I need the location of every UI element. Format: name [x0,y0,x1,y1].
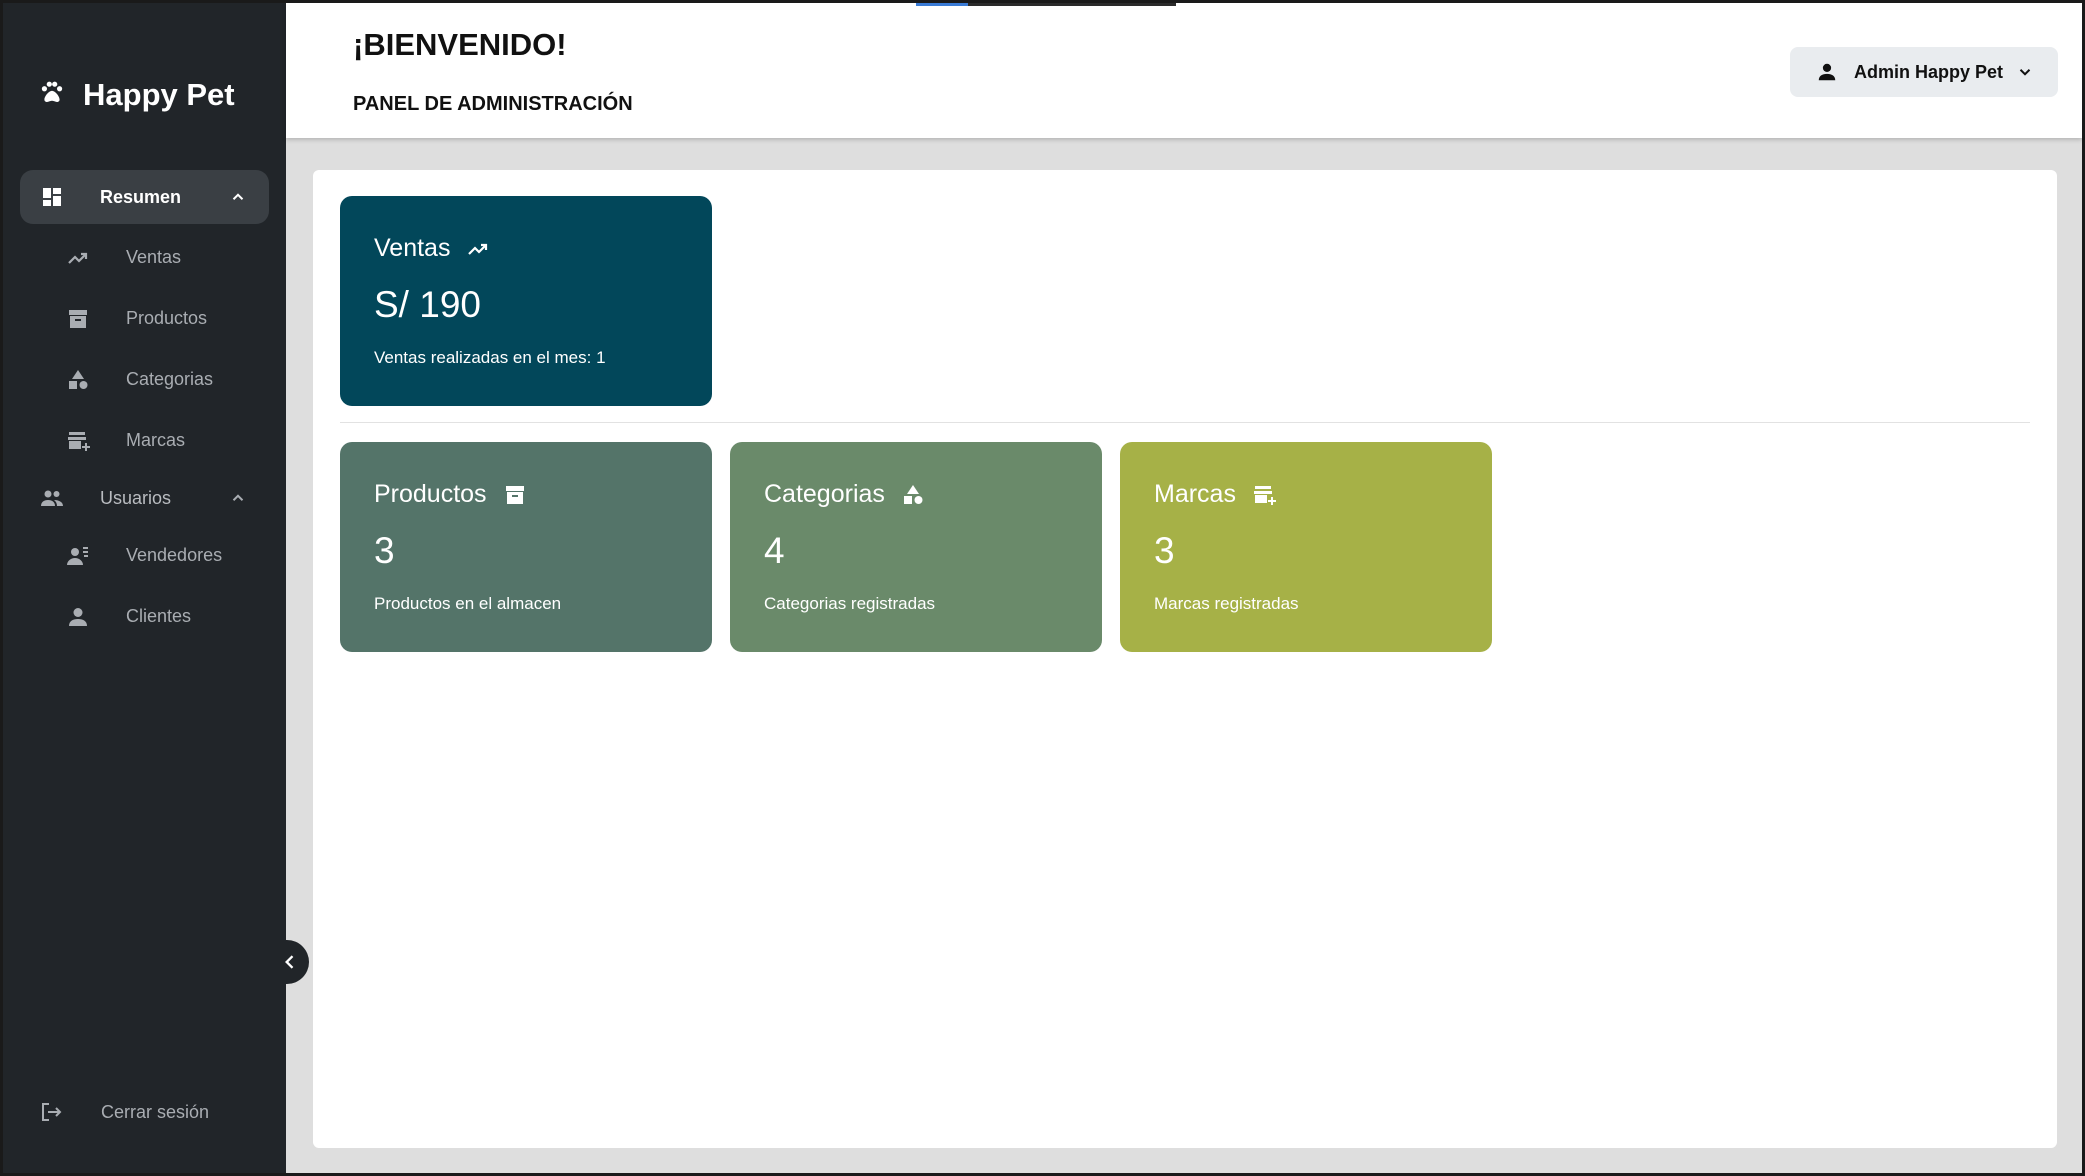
card-description: Ventas realizadas en el mes: 1 [374,348,606,367]
chevron-up-icon [229,188,247,206]
archive-box-icon [66,307,90,331]
card-marcas[interactable]: Marcas 3 Marcas registradas [1120,442,1492,652]
card-title-row: Ventas [374,234,490,263]
sidebar-item-label: Vendedores [126,545,223,565]
store-add-icon [66,429,90,453]
card-title-row: Marcas [1154,480,1276,509]
users-icon [40,486,64,510]
card-description: Categorias registradas [764,594,936,613]
sidebar-group-resumen[interactable]: Resumen [20,170,269,224]
user-name: Admin Happy Pet [1854,61,2004,82]
logout-icon [39,1100,63,1124]
person-icon [1816,61,1838,83]
card-title-row: Categorias [764,480,925,509]
user-menu-button[interactable]: Admin Happy Pet [1790,47,2058,97]
chevron-up-icon [229,489,247,507]
card-productos[interactable]: Productos 3 Productos en el almacen [340,442,712,652]
shapes-icon [66,368,90,392]
sidebar-item-ventas[interactable]: Ventas [3,227,286,288]
archive-box-icon [503,483,527,507]
card-value: 3 [1154,530,1175,571]
card-description: Productos en el almacen [374,594,562,613]
app-window: Happy Pet Resumen Ventas Productos Categ… [0,0,2085,1176]
sidebar-item-categorias[interactable]: Categorias [3,349,286,410]
card-value: 4 [764,530,785,571]
logout-button[interactable]: Cerrar sesión [39,1100,209,1124]
card-ventas[interactable]: Ventas S/ 190 Ventas realizadas en el me… [340,196,712,406]
card-title: Ventas [374,234,451,262]
sidebar-item-productos[interactable]: Productos [3,288,286,349]
sidebar-item-label: Marcas [126,430,186,450]
trending-up-icon [66,246,90,270]
dashboard-icon [40,185,64,209]
sidebar-item-label: Productos [126,308,208,328]
sidebar-item-label: Ventas [126,247,182,267]
main-content: Ventas S/ 190 Ventas realizadas en el me… [286,138,2082,1173]
logout-label: Cerrar sesión [101,1101,210,1122]
card-value: S/ 190 [374,284,481,325]
brand-name: Happy Pet [83,77,235,112]
section-divider [340,422,2030,423]
card-title: Marcas [1154,480,1236,508]
page-subtitle: PANEL DE ADMINISTRACIÓN [353,93,633,115]
sidebar-nav: Resumen Ventas Productos Categorias Marc… [3,170,286,647]
trending-up-icon [466,237,490,261]
paw-icon [39,77,65,113]
card-title: Productos [374,480,487,508]
card-categorias[interactable]: Categorias 4 Categorias registradas [730,442,1102,652]
sidebar-group-label: Usuarios [100,487,172,508]
chevron-left-icon [280,952,300,972]
store-add-icon [1252,483,1276,507]
seller-icon [66,544,90,568]
sidebar-group-label: Resumen [100,186,182,207]
card-description: Marcas registradas [1154,594,1299,613]
sidebar-item-clientes[interactable]: Clientes [3,586,286,647]
sidebar: Happy Pet Resumen Ventas Productos Categ… [3,3,286,1173]
sidebar-item-label: Categorias [126,369,214,389]
sidebar-item-vendedores[interactable]: Vendedores [3,525,286,586]
chevron-down-icon [2016,63,2034,81]
page-title: ¡BIENVENIDO! [353,27,567,62]
dashboard-panel: Ventas S/ 190 Ventas realizadas en el me… [313,170,2057,1148]
sidebar-item-marcas[interactable]: Marcas [3,410,286,471]
shapes-icon [901,483,925,507]
card-title-row: Productos [374,480,527,509]
sidebar-item-label: Clientes [126,606,192,626]
top-accent-highlight [916,3,968,6]
sidebar-group-usuarios[interactable]: Usuarios [20,471,269,525]
page-header: ¡BIENVENIDO! PANEL DE ADMINISTRACIÓN Adm… [286,3,2082,138]
brand[interactable]: Happy Pet [39,77,235,113]
person-icon [66,605,90,629]
card-title: Categorias [764,480,885,508]
card-value: 3 [374,530,395,571]
